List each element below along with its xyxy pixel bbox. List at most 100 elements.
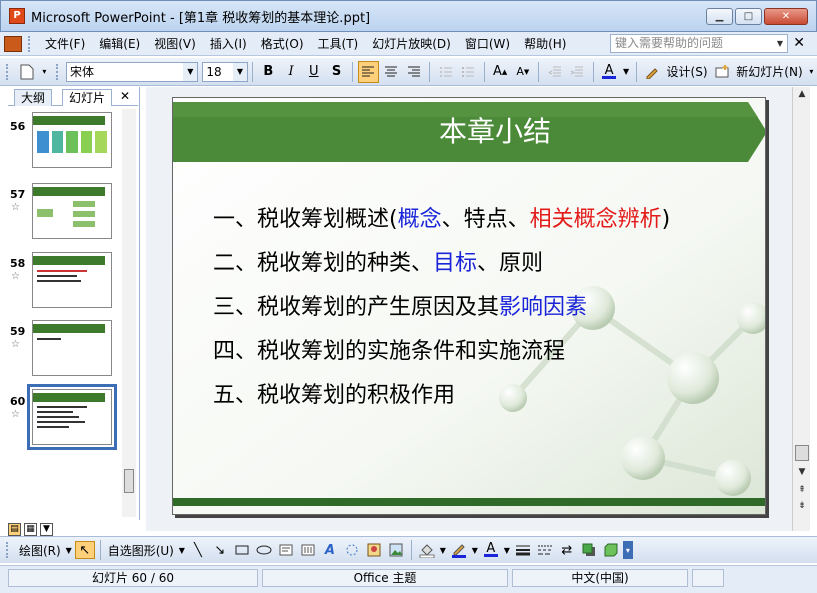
- clipart-icon[interactable]: [364, 541, 384, 559]
- increase-indent-icon[interactable]: [567, 61, 588, 83]
- toolbar-separator: [635, 61, 637, 82]
- 3d-style-icon[interactable]: [601, 541, 621, 559]
- toolbar-options-icon[interactable]: ▾: [40, 61, 49, 83]
- help-dropdown-icon[interactable]: ▼: [773, 35, 787, 52]
- current-slide[interactable]: 本章小结 一、税收筹划概述(概念、特点、相关概念辨析) 二、税收筹划的种类、目标…: [172, 97, 766, 515]
- vertical-textbox-icon[interactable]: [298, 541, 318, 559]
- scroll-down-icon[interactable]: ▼: [795, 465, 809, 479]
- numbered-list-icon[interactable]: [435, 61, 456, 83]
- shadow-style-icon[interactable]: [579, 541, 599, 559]
- font-size-select[interactable]: 18 ▼: [202, 61, 248, 82]
- shadow-button[interactable]: S: [326, 61, 347, 83]
- fill-color-icon[interactable]: [417, 541, 437, 559]
- menu-insert[interactable]: 插入(I): [203, 33, 254, 55]
- close-button[interactable]: ✕: [764, 8, 808, 25]
- drawbar-grip[interactable]: [6, 542, 10, 558]
- minimize-button[interactable]: ▁: [706, 8, 733, 25]
- slides-pane-scrollbar[interactable]: [122, 109, 136, 517]
- toolbar-separator: [483, 61, 485, 82]
- bold-button[interactable]: B: [258, 61, 279, 83]
- oval-icon[interactable]: [254, 541, 274, 559]
- slide-indicator: 幻灯片 60 / 60: [8, 569, 258, 587]
- decrease-indent-icon[interactable]: [544, 61, 565, 83]
- document-menu-icon[interactable]: [4, 35, 22, 52]
- arrow-style-icon[interactable]: ⇄: [557, 541, 577, 559]
- next-slide-icon[interactable]: ⇟: [795, 499, 809, 513]
- document-close-button[interactable]: ✕: [793, 36, 805, 50]
- align-right-icon[interactable]: [404, 61, 425, 83]
- font-color-draw-dropdown-icon[interactable]: ▼: [503, 541, 511, 559]
- slideshow-view-icon[interactable]: ▼: [40, 522, 53, 536]
- increase-font-size-icon[interactable]: A ▲: [490, 61, 511, 83]
- font-name-select[interactable]: 宋体 ▼: [65, 61, 199, 82]
- fill-color-dropdown-icon[interactable]: ▼: [439, 541, 447, 559]
- new-slide-button[interactable]: 新幻灯片(N): [733, 63, 805, 80]
- design-icon[interactable]: [642, 61, 663, 83]
- menu-view[interactable]: 视图(V): [147, 33, 203, 55]
- align-center-icon[interactable]: [381, 61, 402, 83]
- slide-thumbnail-60[interactable]: [27, 384, 117, 450]
- scroll-up-icon[interactable]: ▲: [795, 87, 809, 101]
- slide-thumbnail-57[interactable]: [32, 183, 112, 239]
- toolbar-grip[interactable]: [6, 63, 10, 80]
- bulleted-list-icon[interactable]: [458, 61, 479, 83]
- menu-slideshow[interactable]: 幻灯片放映(D): [365, 33, 458, 55]
- line-style-icon[interactable]: [513, 541, 533, 559]
- dash-style-icon[interactable]: [535, 541, 555, 559]
- drawbar-overflow-icon[interactable]: ▾: [622, 541, 633, 559]
- slide-thumbnail-58[interactable]: [32, 252, 112, 308]
- menu-file[interactable]: 文件(F): [38, 33, 92, 55]
- autoshapes-dropdown-icon[interactable]: ▼: [178, 541, 186, 559]
- decrease-font-size-icon[interactable]: A ▼: [512, 61, 533, 83]
- normal-view-icon[interactable]: ▤: [8, 522, 21, 536]
- new-document-icon[interactable]: [17, 61, 38, 83]
- textbox-icon[interactable]: [276, 541, 296, 559]
- menu-help[interactable]: 帮助(H): [517, 33, 573, 55]
- line-color-dropdown-icon[interactable]: ▼: [471, 541, 479, 559]
- wordart-icon[interactable]: A: [320, 541, 340, 559]
- menu-window[interactable]: 窗口(W): [458, 33, 517, 55]
- slide-thumbnail-56[interactable]: [32, 112, 112, 168]
- slide-body[interactable]: 一、税收筹划概述(概念、特点、相关概念辨析) 二、税收筹划的种类、目标、原则 三…: [213, 198, 670, 418]
- new-slide-icon[interactable]: [712, 61, 733, 83]
- thumb-title-band: [33, 187, 105, 196]
- powerpoint-app-icon[interactable]: P: [9, 8, 25, 24]
- picture-icon[interactable]: [386, 541, 406, 559]
- toolbar-grip-2[interactable]: [56, 63, 60, 80]
- diagram-icon[interactable]: [342, 541, 362, 559]
- main-scroll-thumb[interactable]: [795, 445, 809, 461]
- slide-thumbnail-59[interactable]: [32, 320, 112, 376]
- font-color-dropdown-icon[interactable]: ▼: [621, 61, 630, 83]
- draw-menu-button[interactable]: 绘图(R): [16, 542, 64, 559]
- toolbar-overflow-icon[interactable]: ▾: [807, 61, 816, 83]
- font-name-dropdown-icon[interactable]: ▼: [183, 62, 198, 81]
- font-color-draw-icon[interactable]: A: [481, 541, 501, 559]
- slide-title[interactable]: 本章小结: [173, 102, 765, 162]
- menu-format[interactable]: 格式(O): [254, 33, 311, 55]
- draw-dropdown-icon[interactable]: ▼: [65, 541, 73, 559]
- select-pointer-icon[interactable]: ↖: [74, 541, 95, 559]
- menu-edit[interactable]: 编辑(E): [92, 33, 147, 55]
- tab-slides[interactable]: 幻灯片: [62, 89, 113, 106]
- italic-button[interactable]: I: [281, 61, 302, 83]
- slide-sorter-view-icon[interactable]: ▦: [24, 522, 37, 536]
- font-color-icon[interactable]: A: [599, 61, 620, 83]
- menubar-grip[interactable]: [28, 35, 32, 52]
- previous-slide-icon[interactable]: ⇞: [795, 483, 809, 497]
- underline-button[interactable]: U: [303, 61, 324, 83]
- menu-tools[interactable]: 工具(T): [311, 33, 366, 55]
- align-left-icon[interactable]: [357, 60, 379, 83]
- maximize-button[interactable]: □: [735, 8, 762, 25]
- tab-outline[interactable]: 大纲: [14, 89, 53, 106]
- line-color-icon[interactable]: [449, 541, 469, 559]
- arrow-icon[interactable]: ↘: [210, 541, 230, 559]
- help-search-input[interactable]: 键入需要帮助的问题 ▼: [610, 34, 788, 53]
- main-vertical-scrollbar[interactable]: ▲ ▼ ⇞ ⇟: [792, 87, 810, 531]
- slides-pane-scroll-thumb[interactable]: [124, 469, 134, 493]
- line-icon[interactable]: ╲: [188, 541, 208, 559]
- font-size-dropdown-icon[interactable]: ▼: [232, 62, 247, 81]
- rectangle-icon[interactable]: [232, 541, 252, 559]
- design-button[interactable]: 设计(S): [664, 63, 711, 80]
- pane-close-icon[interactable]: ✕: [120, 89, 130, 103]
- autoshapes-button[interactable]: 自选图形(U): [105, 542, 177, 559]
